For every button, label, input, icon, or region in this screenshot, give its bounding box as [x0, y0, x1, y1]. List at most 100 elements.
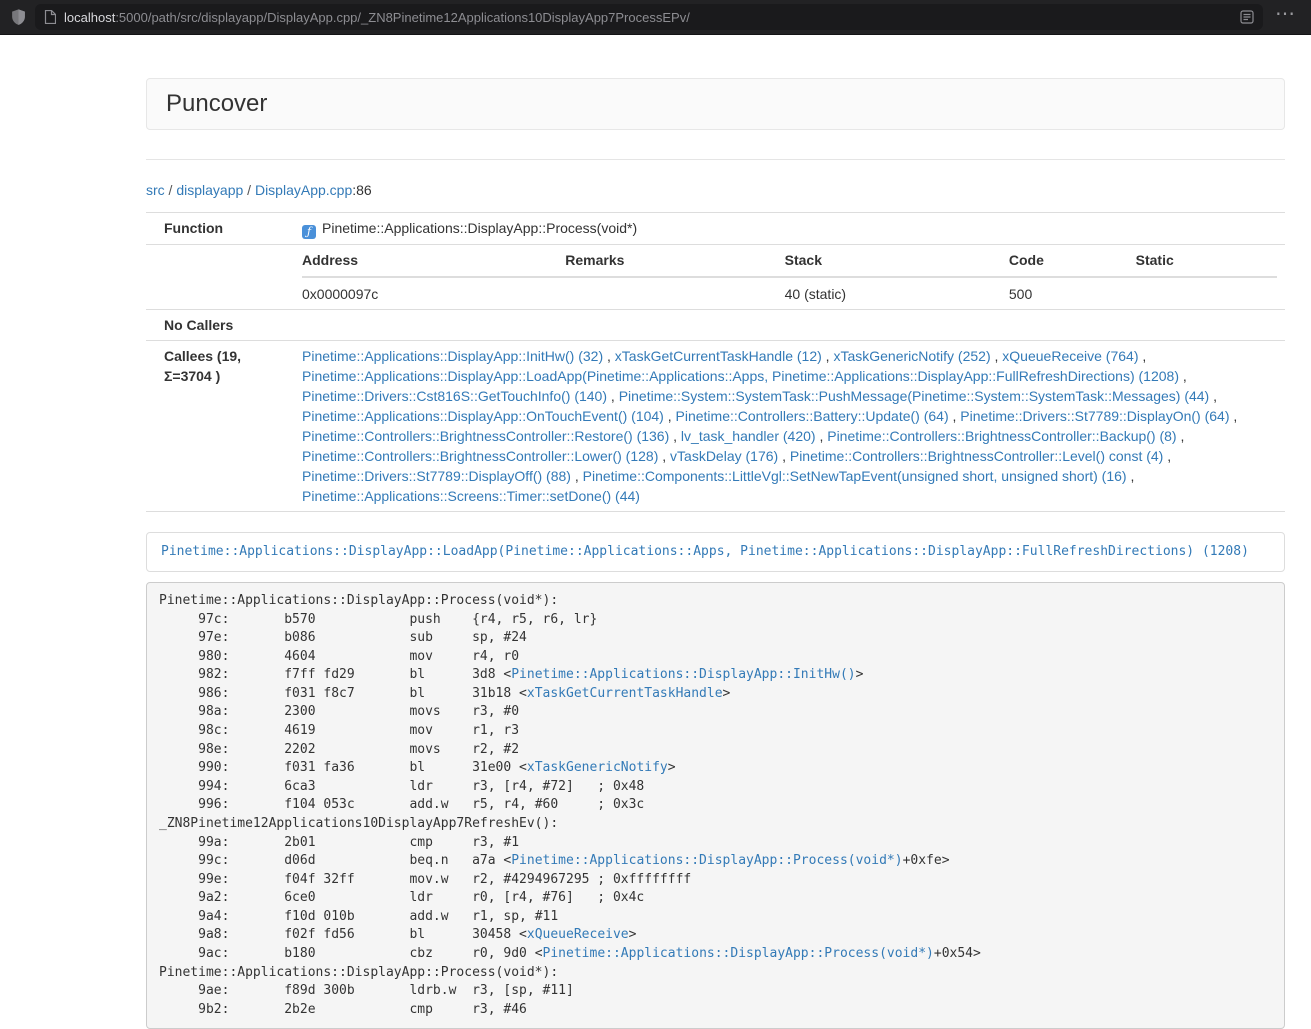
callee-link[interactable]: Pinetime::Drivers::St7789::DisplayOff() …	[302, 468, 571, 484]
url-text: localhost:5000/path/src/displayapp/Displ…	[64, 10, 690, 25]
no-callers-row: No Callers	[146, 310, 1285, 341]
callee-link[interactable]: Pinetime::Controllers::Battery::Update()…	[676, 408, 949, 424]
function-name: Pinetime::Applications::DisplayApp::Proc…	[322, 220, 637, 236]
code-text: 990: f031 fa36 bl 31e00 <	[159, 760, 527, 775]
callee-link[interactable]: Pinetime::Drivers::Cst816S::GetTouchInfo…	[302, 388, 607, 404]
callee-link[interactable]: Pinetime::System::SystemTask::PushMessag…	[619, 388, 1210, 404]
value-static	[1136, 277, 1277, 304]
breadcrumb: src / displayapp / DisplayApp.cpp:86	[146, 182, 1285, 198]
code-symbol-link[interactable]: xTaskGetCurrentTaskHandle	[527, 686, 723, 701]
address-bar[interactable]: localhost:5000/path/src/displayapp/Displ…	[35, 4, 1263, 30]
code-symbol-link[interactable]: Pinetime::Applications::DisplayApp::Init…	[511, 667, 855, 682]
code-text: >	[856, 667, 864, 682]
app-title: Puncover	[166, 90, 267, 118]
code-text: Pinetime::Applications::DisplayApp::Proc…	[159, 593, 558, 608]
callee-link[interactable]: Pinetime::Applications::Screens::Timer::…	[302, 488, 640, 504]
code-text: 99c: d06d beq.n a7a <	[159, 853, 511, 868]
code-text: 982: f7ff fd29 bl 3d8 <	[159, 667, 511, 682]
function-row: Function ƒ Pinetime::Applications::Displa…	[146, 213, 1285, 245]
selected-callee-link[interactable]: Pinetime::Applications::DisplayApp::Load…	[161, 544, 1249, 559]
no-callers-label: No Callers	[146, 310, 294, 341]
code-symbol-link[interactable]: Pinetime::Applications::DisplayApp::Proc…	[511, 853, 902, 868]
code-text: 9a2: 6ce0 ldr r0, [r4, #76] ; 0x4c	[159, 890, 644, 905]
callee-link[interactable]: xQueueReceive (764)	[1002, 348, 1138, 364]
metrics-label-spacer	[146, 245, 294, 310]
callee-link[interactable]: Pinetime::Controllers::BrightnessControl…	[790, 448, 1163, 464]
code-text: >	[668, 760, 676, 775]
menu-icon[interactable]: ⋯	[1271, 9, 1301, 25]
column-code: Code	[1009, 250, 1136, 277]
code-text: 9a8: f02f fd56 bl 30458 <	[159, 927, 527, 942]
callee-link[interactable]: Pinetime::Applications::DisplayApp::OnTo…	[302, 408, 664, 424]
column-remarks: Remarks	[565, 250, 784, 277]
code-text: +0x54>	[934, 946, 981, 961]
callee-link[interactable]: Pinetime::Controllers::BrightnessControl…	[302, 428, 669, 444]
code-text: 99a: 2b01 cmp r3, #1	[159, 835, 519, 850]
code-text: 98e: 2202 movs r2, #2	[159, 742, 519, 757]
code-text: 9a4: f10d 010b add.w r1, sp, #11	[159, 909, 558, 924]
app-header-panel: Puncover	[146, 78, 1285, 130]
code-text: Pinetime::Applications::DisplayApp::Proc…	[159, 965, 558, 980]
value-remarks	[565, 277, 784, 304]
code-symbol-link[interactable]: xTaskGenericNotify	[527, 760, 668, 775]
code-text: 98a: 2300 movs r3, #0	[159, 704, 519, 719]
callee-link[interactable]: xTaskGetCurrentTaskHandle (12)	[615, 348, 822, 364]
metrics-table: Address Remarks Stack Code Static 0x0000…	[302, 250, 1277, 304]
callee-link[interactable]: Pinetime::Applications::DisplayApp::Load…	[302, 368, 1179, 384]
code-text: 99e: f04f 32ff mov.w r2, #4294967295 ; 0…	[159, 872, 691, 887]
metrics-value-row: 0x0000097c 40 (static) 500	[302, 277, 1277, 304]
code-text: 97c: b570 push {r4, r5, r6, lr}	[159, 612, 597, 627]
code-text: >	[723, 686, 731, 701]
url-path: :5000/path/src/displayapp/DisplayApp.cpp…	[115, 10, 690, 25]
code-text: 98c: 4619 mov r1, r3	[159, 723, 519, 738]
breadcrumb-link[interactable]: DisplayApp.cpp	[255, 182, 352, 198]
code-text: 986: f031 f8c7 bl 31b18 <	[159, 686, 527, 701]
disassembly-code: Pinetime::Applications::DisplayApp::Proc…	[146, 582, 1285, 1029]
divider	[146, 159, 1285, 160]
tracking-shield-icon[interactable]	[10, 8, 27, 26]
metrics-row: Address Remarks Stack Code Static 0x0000…	[146, 245, 1285, 310]
callee-link[interactable]: Pinetime::Components::LittleVgl::SetNewT…	[583, 468, 1127, 484]
callee-link[interactable]: vTaskDelay (176)	[670, 448, 778, 464]
value-code: 500	[1009, 277, 1136, 304]
callee-link[interactable]: Pinetime::Applications::DisplayApp::Init…	[302, 348, 603, 364]
selected-callee-box: Pinetime::Applications::DisplayApp::Load…	[146, 532, 1285, 572]
callee-link[interactable]: Pinetime::Controllers::BrightnessControl…	[827, 428, 1176, 444]
code-symbol-link[interactable]: xQueueReceive	[527, 927, 629, 942]
callees-list: Pinetime::Applications::DisplayApp::Init…	[294, 341, 1285, 512]
metrics-header-row: Address Remarks Stack Code Static	[302, 250, 1277, 277]
breadcrumb-link[interactable]: src	[146, 182, 165, 198]
symbol-detail-table: Function ƒPinetime::Applications::Displa…	[146, 212, 1285, 512]
code-text: 97e: b086 sub sp, #24	[159, 630, 527, 645]
breadcrumb-separator: /	[165, 182, 177, 198]
function-label: Function	[146, 213, 294, 245]
code-symbol-link[interactable]: Pinetime::Applications::DisplayApp::Proc…	[543, 946, 934, 961]
value-stack: 40 (static)	[785, 277, 1009, 304]
code-text: 980: 4604 mov r4, r0	[159, 649, 519, 664]
callees-row: Callees (19, Σ=3704 ) Pinetime::Applicat…	[146, 341, 1285, 512]
page-icon	[44, 10, 56, 24]
callee-link[interactable]: lv_task_handler (420)	[681, 428, 816, 444]
code-text: 9ae: f89d 300b ldrb.w r3, [sp, #11]	[159, 983, 574, 998]
breadcrumb-separator: /	[243, 182, 255, 198]
url-host: localhost	[64, 10, 115, 25]
reader-mode-icon[interactable]	[1240, 10, 1254, 24]
breadcrumb-line-number: :86	[352, 182, 371, 198]
function-type-icon: ƒ	[302, 225, 316, 239]
code-text: >	[629, 927, 637, 942]
column-stack: Stack	[785, 250, 1009, 277]
callee-link[interactable]: Pinetime::Controllers::BrightnessControl…	[302, 448, 658, 464]
code-text: 996: f104 053c add.w r5, r4, #60 ; 0x3c	[159, 797, 644, 812]
code-text: +0xfe>	[903, 853, 950, 868]
callees-label: Callees (19, Σ=3704 )	[146, 341, 294, 512]
code-text: 9b2: 2b2e cmp r3, #46	[159, 1002, 527, 1017]
callee-link[interactable]: Pinetime::Drivers::St7789::DisplayOn() (…	[960, 408, 1229, 424]
browser-toolbar: localhost:5000/path/src/displayapp/Displ…	[0, 0, 1311, 35]
code-text: 994: 6ca3 ldr r3, [r4, #72] ; 0x48	[159, 779, 644, 794]
breadcrumb-link[interactable]: displayapp	[176, 182, 243, 198]
code-text: 9ac: b180 cbz r0, 9d0 <	[159, 946, 543, 961]
column-static: Static	[1136, 250, 1277, 277]
page-content: Puncover src / displayapp / DisplayApp.c…	[146, 78, 1285, 1029]
value-address: 0x0000097c	[302, 277, 565, 304]
callee-link[interactable]: xTaskGenericNotify (252)	[833, 348, 990, 364]
